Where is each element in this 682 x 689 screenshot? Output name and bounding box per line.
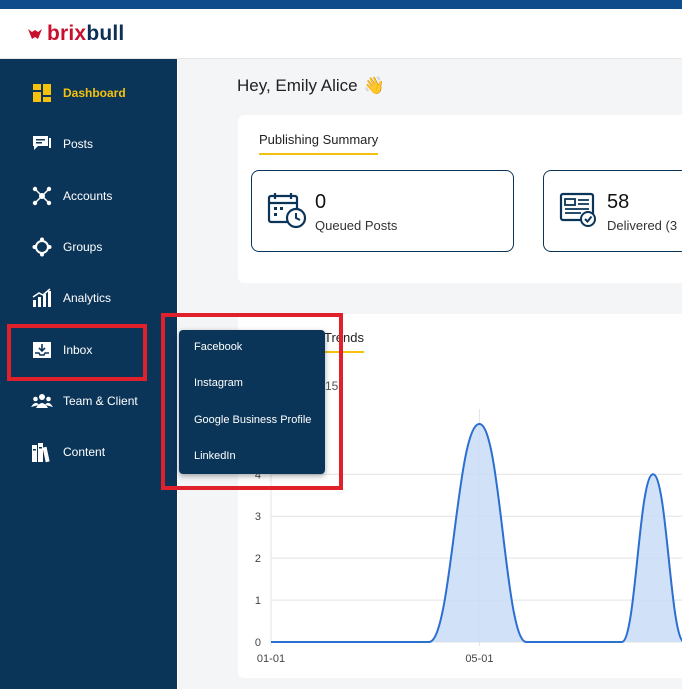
- submenu-highlight-box: [161, 313, 343, 490]
- brand-name-part1: brix: [47, 22, 87, 45]
- brand-logo[interactable]: brixbull: [26, 22, 124, 46]
- publishing-summary-card: Publishing Summary 0 Queued Posts 58 Del…: [238, 115, 682, 283]
- sidebar-item-team-client[interactable]: Team & Client: [30, 386, 138, 416]
- top-accent-bar: [0, 0, 682, 9]
- greeting: Hey, Emily Alice 👋: [237, 76, 385, 96]
- sidebar-item-content[interactable]: Content: [30, 437, 105, 467]
- groups-icon: [30, 235, 54, 259]
- sidebar-item-label: Team & Client: [63, 394, 138, 408]
- analytics-icon: [30, 286, 54, 310]
- queued-posts-label: Queued Posts: [315, 218, 398, 233]
- brand-name-part2: bull: [86, 22, 125, 45]
- team-icon: [30, 389, 54, 413]
- delivered-document-icon: [559, 191, 599, 234]
- y-tick-label: 2: [255, 553, 261, 565]
- sidebar-item-analytics[interactable]: Analytics: [30, 283, 111, 313]
- bull-logo-icon: [28, 29, 42, 39]
- sidebar-item-dashboard[interactable]: Dashboard: [30, 78, 126, 108]
- x-tick-label: 01-01: [257, 653, 285, 665]
- sidebar-item-label: Accounts: [63, 189, 113, 203]
- waving-hand-icon: 👋: [363, 76, 385, 95]
- sidebar-item-accounts[interactable]: Accounts: [30, 181, 112, 211]
- greeting-text: Hey, Emily Alice: [237, 76, 358, 95]
- dashboard-icon: [30, 81, 54, 105]
- calendar-clock-icon: [267, 191, 307, 234]
- queued-posts-stat[interactable]: 0 Queued Posts: [251, 170, 514, 252]
- delivered-value: 58: [607, 191, 630, 213]
- sidebar-item-label: Dashboard: [63, 86, 126, 100]
- queued-posts-value: 0: [315, 191, 327, 213]
- sidebar-item-posts[interactable]: Posts: [30, 129, 93, 159]
- delivered-label: Delivered (3: [607, 218, 678, 233]
- sidebar-item-groups[interactable]: Groups: [30, 232, 102, 262]
- accounts-icon: [30, 184, 54, 208]
- sidebar-item-label: Content: [63, 445, 106, 459]
- posts-icon: [30, 132, 54, 156]
- y-tick-label: 0: [255, 637, 261, 649]
- sidebar-item-label: Groups: [63, 240, 103, 254]
- app-header: brixbull: [0, 9, 682, 59]
- y-tick-label: 3: [255, 511, 261, 523]
- content-icon: [30, 440, 54, 464]
- sidebar-item-label: Analytics: [63, 291, 112, 305]
- sidebar-item-label: Posts: [63, 137, 94, 151]
- publishing-summary-tab[interactable]: Publishing Summary: [259, 132, 379, 155]
- y-tick-label: 1: [255, 595, 261, 607]
- x-tick-label: 05-01: [465, 653, 493, 665]
- inbox-highlight-box: [7, 324, 147, 381]
- delivered-stat[interactable]: 58 Delivered (3: [543, 170, 682, 252]
